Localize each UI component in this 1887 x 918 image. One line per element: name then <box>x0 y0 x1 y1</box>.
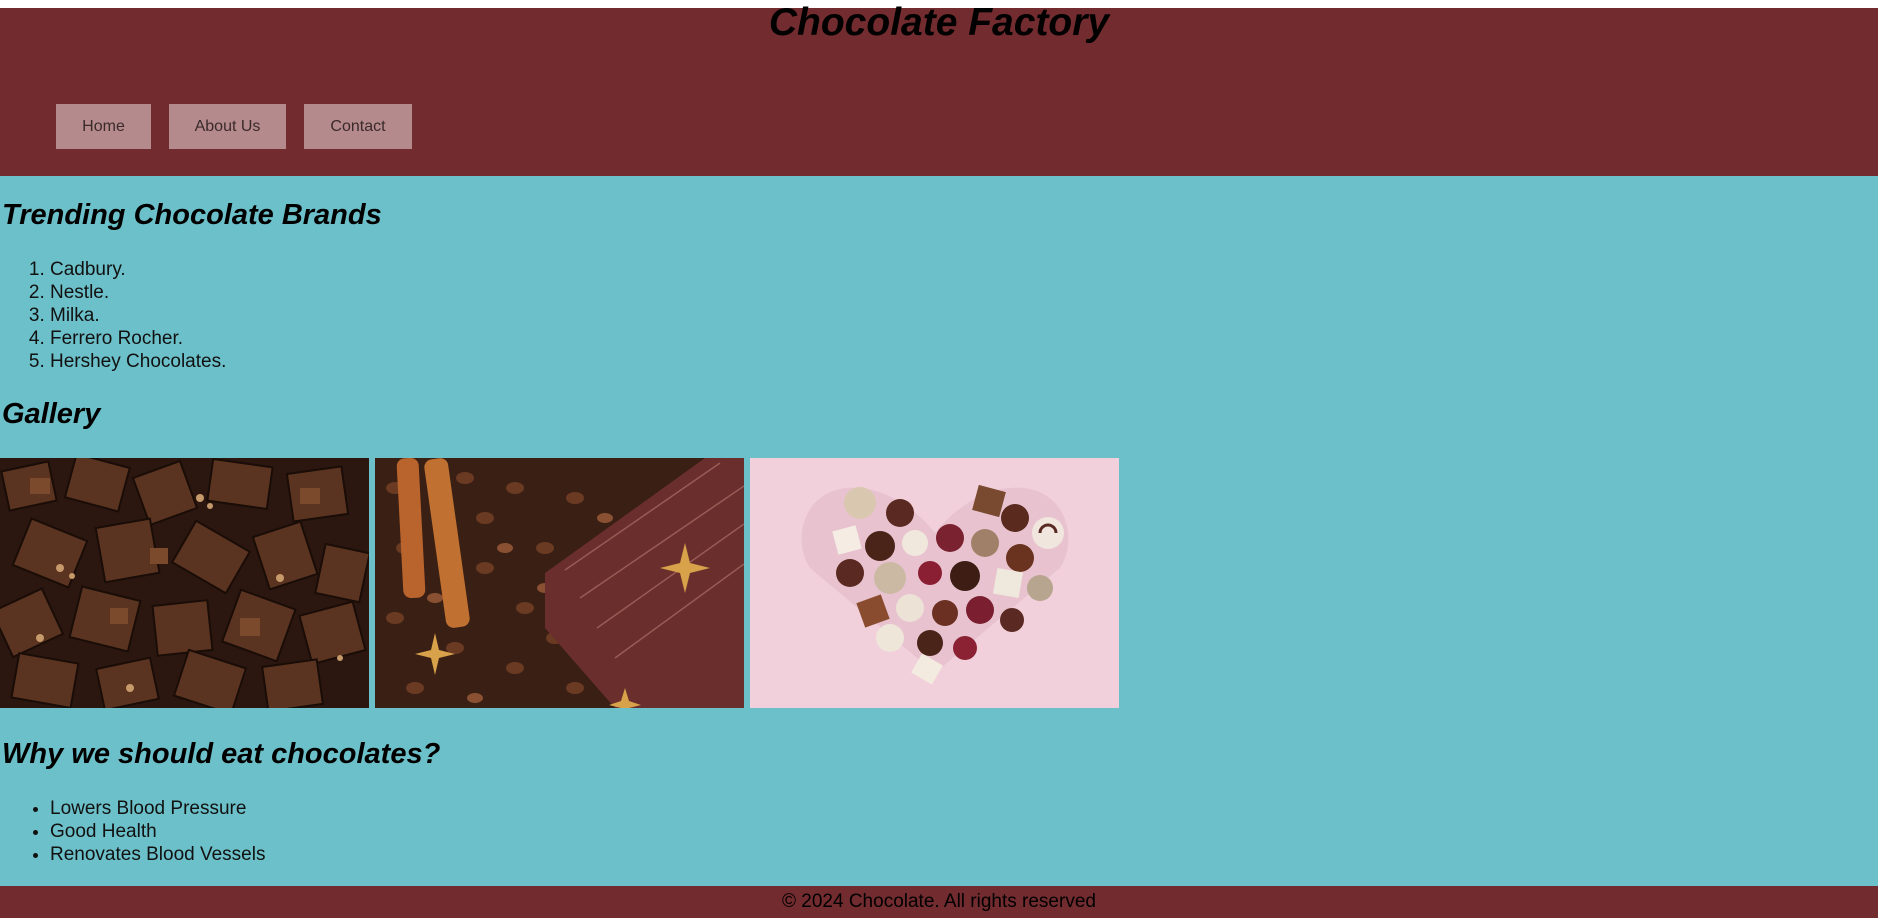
page: Chocolate Factory Home About Us Contact … <box>0 1 1878 918</box>
why-heading: Why we should eat chocolates? <box>2 738 441 770</box>
list-item: Good Health <box>50 820 265 843</box>
chocolate-pieces-photo <box>0 458 369 708</box>
list-item: Hershey Chocolates. <box>50 350 226 373</box>
list-item: Nestle. <box>50 281 226 304</box>
copyright-text: © 2024 Chocolate. All rights reserved <box>782 891 1096 912</box>
chocolate-bar-coffee-beans-photo <box>375 458 744 708</box>
gallery <box>0 458 1125 708</box>
site-header: Chocolate Factory Home About Us Contact <box>0 1 1878 176</box>
site-title: Chocolate Factory <box>768 1 1110 44</box>
brand-list: Cadbury. Nestle. Milka. Ferrero Rocher. … <box>0 258 226 373</box>
chocolate-heart-photo <box>750 458 1119 708</box>
gallery-heading: Gallery <box>2 398 101 430</box>
site-footer: © 2024 Chocolate. All rights reserved <box>0 886 1878 918</box>
list-item: Renovates Blood Vessels <box>50 843 265 866</box>
list-item: Cadbury. <box>50 258 226 281</box>
benefit-list: Lowers Blood Pressure Good Health Renova… <box>0 797 265 866</box>
list-item: Milka. <box>50 304 226 327</box>
list-item: Lowers Blood Pressure <box>50 797 265 820</box>
nav-about-button[interactable]: About Us <box>169 104 286 149</box>
trending-heading: Trending Chocolate Brands <box>2 199 382 231</box>
nav-home-button[interactable]: Home <box>56 104 151 149</box>
nav-contact-button[interactable]: Contact <box>304 104 412 149</box>
list-item: Ferrero Rocher. <box>50 327 226 350</box>
main-nav: Home About Us Contact <box>56 104 430 149</box>
